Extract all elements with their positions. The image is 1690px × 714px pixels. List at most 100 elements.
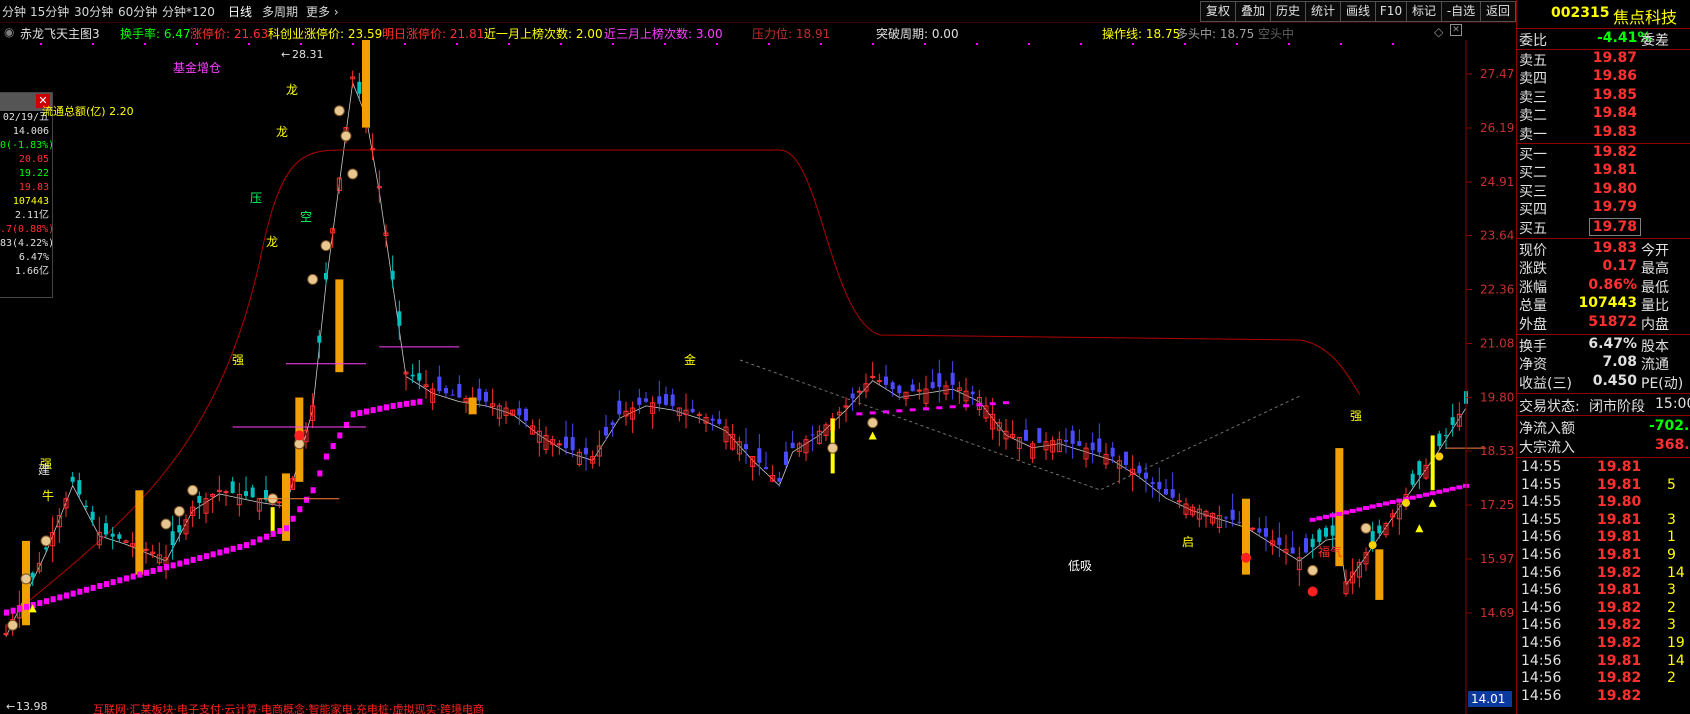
candle-body — [897, 385, 902, 394]
candle-body — [1444, 435, 1448, 437]
stat2-row: 净资 7.08 流通 — [1517, 354, 1690, 373]
net-inflow-label: 净流入额 — [1519, 421, 1575, 437]
period-1min[interactable]: 分钟 — [2, 3, 26, 20]
support-block — [1323, 514, 1329, 519]
candle-body — [1224, 517, 1228, 519]
support-block — [237, 543, 243, 550]
support-block — [277, 528, 283, 535]
candle-body — [30, 572, 35, 578]
marker-dot — [1340, 43, 1342, 45]
period-15min[interactable]: 15分钟 — [30, 3, 69, 20]
signal-dot — [1435, 452, 1444, 461]
candle-body — [1250, 527, 1256, 530]
marker-dot — [40, 43, 42, 45]
support-block — [1383, 501, 1389, 506]
adjust-button[interactable]: 复权 — [1200, 1, 1236, 22]
support-block — [949, 405, 956, 409]
kline-chart[interactable]: 27.47 26.19 24.91 23.64 22.36 21.08 19.80 18.53… — [0, 40, 1516, 714]
signal-strong-2: 强 — [1350, 409, 1362, 423]
signal-bar-orange — [1242, 498, 1250, 575]
support-block — [84, 586, 89, 593]
candle-body — [764, 467, 768, 470]
stat-value: 51872 — [1588, 313, 1637, 330]
diamond-icon[interactable]: ◇ — [1434, 25, 1443, 39]
candle-body — [610, 422, 615, 425]
ask-row: 卖一 19.83 — [1517, 124, 1690, 143]
candle-body — [910, 384, 915, 392]
ask-row: 卖三 19.85 — [1517, 87, 1690, 106]
tick-price: 19.82 — [1597, 617, 1642, 634]
candle-body — [477, 388, 482, 401]
ask-label: 卖二 — [1519, 108, 1547, 125]
candle-body — [437, 376, 442, 392]
overlay-button[interactable]: 叠加 — [1235, 1, 1271, 22]
mark-button[interactable]: 标记 — [1406, 1, 1442, 22]
stock-name[interactable]: 焦点科技 — [1613, 4, 1677, 28]
draw-line-button[interactable]: 画线 — [1340, 1, 1376, 22]
back-button[interactable]: 返回 — [1480, 1, 1516, 22]
support-block — [1343, 510, 1349, 515]
candle-body — [564, 436, 568, 449]
tick-row: 14:55 19.81 3 — [1517, 512, 1690, 529]
support-block — [324, 453, 329, 460]
tick-volume: 2 — [1667, 599, 1676, 616]
stat2-value: 6.47% — [1588, 336, 1637, 352]
support-block — [117, 577, 123, 584]
gear-icon[interactable]: ◉ — [4, 25, 14, 39]
candle-body — [1317, 529, 1322, 542]
signal-dot — [1402, 498, 1410, 507]
candle-body — [1037, 428, 1042, 443]
candle-body — [1170, 489, 1175, 498]
stat2-label: 净资 — [1519, 357, 1547, 374]
candle-body — [1090, 442, 1095, 451]
support-block — [304, 496, 309, 503]
period-multi[interactable]: 多周期 — [262, 3, 298, 20]
remove-watchlist-button[interactable]: -自选 — [1441, 1, 1481, 22]
support-block — [157, 566, 163, 573]
bid-price: 19.81 — [1592, 162, 1637, 179]
signal-low-suck: 低吸 — [1068, 559, 1092, 573]
signal-dragon-2: 龙 — [276, 125, 288, 139]
support-block — [264, 533, 269, 540]
tick-price: 19.82 — [1597, 670, 1642, 687]
period-more[interactable]: 更多 › — [306, 3, 339, 20]
box-icon[interactable]: ✕ — [1450, 24, 1462, 36]
period-daily[interactable]: 日线 — [228, 3, 252, 20]
candle-body — [1110, 447, 1115, 457]
data-window-row: 19.22 — [18, 168, 49, 179]
period-60min[interactable]: 60分钟 — [118, 3, 157, 20]
f10-button[interactable]: F10 — [1375, 1, 1407, 22]
support-block — [377, 405, 383, 412]
candle-body — [1324, 527, 1328, 537]
history-button[interactable]: 历史 — [1270, 1, 1306, 22]
candle-body — [1144, 472, 1148, 479]
period-30min[interactable]: 30分钟 — [74, 3, 113, 20]
coin-icon — [827, 442, 839, 454]
period-120min[interactable]: 分钟*120 — [162, 3, 215, 20]
signal-bar-orange — [335, 279, 344, 373]
ask-price: 19.86 — [1592, 68, 1637, 85]
candle-body — [644, 398, 648, 402]
support-block — [190, 556, 196, 563]
marker-dot — [196, 43, 198, 45]
tick-row: 14:56 19.82 3 — [1517, 617, 1690, 634]
support-block — [270, 530, 276, 537]
candle-body — [1417, 461, 1422, 476]
stock-code[interactable]: 002315 — [1551, 5, 1609, 21]
tick-volume: 19 — [1667, 635, 1685, 651]
marker-dot — [1236, 43, 1238, 45]
stats-button[interactable]: 统计 — [1305, 1, 1341, 22]
support-block — [417, 398, 423, 405]
marker-dot — [1080, 43, 1082, 45]
ask-label: 卖三 — [1519, 89, 1547, 106]
support-block — [217, 549, 223, 556]
marker-dot — [144, 43, 146, 45]
signal-bar-orange — [135, 490, 144, 575]
data-window-row: 20.05 — [18, 154, 49, 165]
candle-body — [884, 376, 888, 385]
support-block — [364, 408, 369, 415]
support-block — [144, 569, 149, 576]
ask-row: 卖二 19.84 — [1517, 105, 1690, 124]
price-axis-label: 24.91 — [1480, 175, 1514, 189]
price-axis-label: 18.53 — [1480, 444, 1514, 458]
